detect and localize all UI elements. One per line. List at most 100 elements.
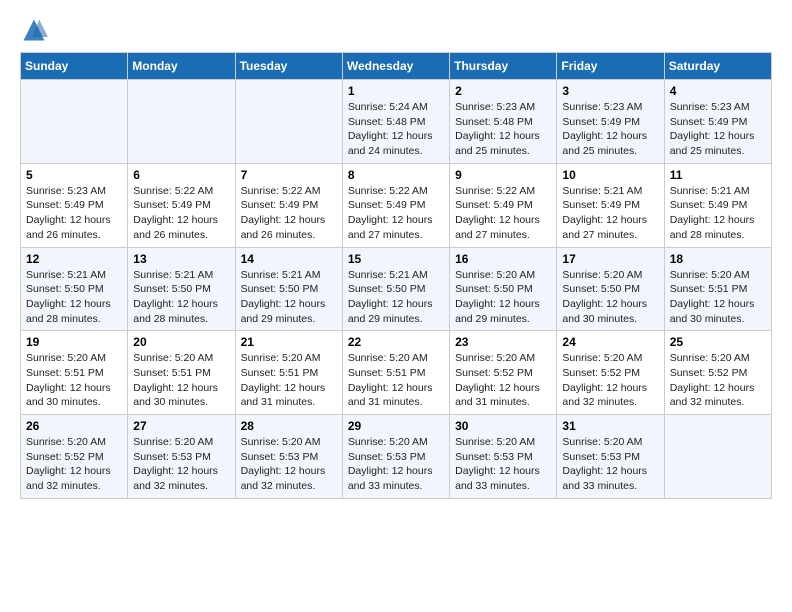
day-number: 23 <box>455 335 551 349</box>
sunset: Sunset: 5:50 PM <box>562 283 640 295</box>
day-info: Sunrise: 5:21 AMSunset: 5:49 PMDaylight:… <box>562 184 658 243</box>
sunrise: Sunrise: 5:20 AM <box>133 436 213 448</box>
header-cell-friday: Friday <box>557 53 664 80</box>
header-cell-thursday: Thursday <box>450 53 557 80</box>
calendar-cell: 22Sunrise: 5:20 AMSunset: 5:51 PMDayligh… <box>342 331 449 415</box>
daylight-hours: Daylight: 12 hours and 31 minutes. <box>455 382 540 409</box>
day-info: Sunrise: 5:23 AMSunset: 5:49 PMDaylight:… <box>562 100 658 159</box>
day-info: Sunrise: 5:20 AMSunset: 5:52 PMDaylight:… <box>26 435 122 494</box>
sunset: Sunset: 5:51 PM <box>241 367 319 379</box>
daylight-hours: Daylight: 12 hours and 27 minutes. <box>348 214 433 241</box>
daylight-hours: Daylight: 12 hours and 33 minutes. <box>348 465 433 492</box>
sunrise: Sunrise: 5:20 AM <box>241 352 321 364</box>
day-number: 19 <box>26 335 122 349</box>
day-info: Sunrise: 5:23 AMSunset: 5:49 PMDaylight:… <box>670 100 766 159</box>
sunrise: Sunrise: 5:20 AM <box>26 436 106 448</box>
sunrise: Sunrise: 5:20 AM <box>348 352 428 364</box>
day-number: 27 <box>133 419 229 433</box>
sunset: Sunset: 5:50 PM <box>455 283 533 295</box>
sunset: Sunset: 5:48 PM <box>455 116 533 128</box>
sunset: Sunset: 5:51 PM <box>133 367 211 379</box>
daylight-hours: Daylight: 12 hours and 25 minutes. <box>562 130 647 157</box>
day-number: 10 <box>562 168 658 182</box>
calendar-header: SundayMondayTuesdayWednesdayThursdayFrid… <box>21 53 772 80</box>
sunset: Sunset: 5:50 PM <box>26 283 104 295</box>
day-info: Sunrise: 5:20 AMSunset: 5:52 PMDaylight:… <box>562 351 658 410</box>
calendar-cell: 13Sunrise: 5:21 AMSunset: 5:50 PMDayligh… <box>128 247 235 331</box>
day-number: 20 <box>133 335 229 349</box>
week-row-2: 12Sunrise: 5:21 AMSunset: 5:50 PMDayligh… <box>21 247 772 331</box>
header-cell-monday: Monday <box>128 53 235 80</box>
header-cell-wednesday: Wednesday <box>342 53 449 80</box>
daylight-hours: Daylight: 12 hours and 25 minutes. <box>455 130 540 157</box>
sunset: Sunset: 5:50 PM <box>133 283 211 295</box>
calendar-cell <box>664 415 771 499</box>
sunset: Sunset: 5:51 PM <box>670 283 748 295</box>
sunset: Sunset: 5:53 PM <box>562 451 640 463</box>
day-info: Sunrise: 5:21 AMSunset: 5:50 PMDaylight:… <box>241 268 337 327</box>
day-number: 30 <box>455 419 551 433</box>
day-info: Sunrise: 5:20 AMSunset: 5:51 PMDaylight:… <box>670 268 766 327</box>
sunset: Sunset: 5:49 PM <box>26 199 104 211</box>
sunset: Sunset: 5:49 PM <box>670 199 748 211</box>
sunset: Sunset: 5:49 PM <box>133 199 211 211</box>
calendar-cell: 9 Sunrise: 5:22 AMSunset: 5:49 PMDaylight… <box>450 163 557 247</box>
sunrise: Sunrise: 5:20 AM <box>455 269 535 281</box>
day-number: 17 <box>562 252 658 266</box>
day-number: 22 <box>348 335 444 349</box>
daylight-hours: Daylight: 12 hours and 32 minutes. <box>26 465 111 492</box>
day-number: 2 <box>455 84 551 98</box>
logo-icon <box>20 16 48 44</box>
sunset: Sunset: 5:49 PM <box>241 199 319 211</box>
day-number: 31 <box>562 419 658 433</box>
day-info: Sunrise: 5:20 AMSunset: 5:53 PMDaylight:… <box>562 435 658 494</box>
day-info: Sunrise: 5:20 AMSunset: 5:50 PMDaylight:… <box>562 268 658 327</box>
day-info: Sunrise: 5:21 AMSunset: 5:50 PMDaylight:… <box>348 268 444 327</box>
day-number: 11 <box>670 168 766 182</box>
calendar-cell: 12Sunrise: 5:21 AMSunset: 5:50 PMDayligh… <box>21 247 128 331</box>
sunrise: Sunrise: 5:22 AM <box>241 185 321 197</box>
sunset: Sunset: 5:50 PM <box>348 283 426 295</box>
day-info: Sunrise: 5:24 AMSunset: 5:48 PMDaylight:… <box>348 100 444 159</box>
calendar-cell: 28Sunrise: 5:20 AMSunset: 5:53 PMDayligh… <box>235 415 342 499</box>
daylight-hours: Daylight: 12 hours and 26 minutes. <box>26 214 111 241</box>
day-info: Sunrise: 5:23 AMSunset: 5:48 PMDaylight:… <box>455 100 551 159</box>
sunset: Sunset: 5:48 PM <box>348 116 426 128</box>
day-number: 9 <box>455 168 551 182</box>
day-number: 15 <box>348 252 444 266</box>
day-info: Sunrise: 5:20 AMSunset: 5:52 PMDaylight:… <box>670 351 766 410</box>
day-info: Sunrise: 5:22 AMSunset: 5:49 PMDaylight:… <box>455 184 551 243</box>
calendar-cell: 10 Sunrise: 5:21 AMSunset: 5:49 PMDayligh… <box>557 163 664 247</box>
calendar-cell: 14Sunrise: 5:21 AMSunset: 5:50 PMDayligh… <box>235 247 342 331</box>
calendar-cell: 5Sunrise: 5:23 AMSunset: 5:49 PMDaylight… <box>21 163 128 247</box>
daylight-hours: Daylight: 12 hours and 28 minutes. <box>133 298 218 325</box>
day-info: Sunrise: 5:20 AMSunset: 5:51 PMDaylight:… <box>133 351 229 410</box>
sunset: Sunset: 5:51 PM <box>348 367 426 379</box>
sunrise: Sunrise: 5:20 AM <box>455 436 535 448</box>
sunrise: Sunrise: 5:20 AM <box>562 436 642 448</box>
day-info: Sunrise: 5:23 AMSunset: 5:49 PMDaylight:… <box>26 184 122 243</box>
sunset: Sunset: 5:52 PM <box>562 367 640 379</box>
calendar-cell: 17 Sunrise: 5:20 AMSunset: 5:50 PMDayligh… <box>557 247 664 331</box>
day-info: Sunrise: 5:22 AMSunset: 5:49 PMDaylight:… <box>133 184 229 243</box>
header-row: SundayMondayTuesdayWednesdayThursdayFrid… <box>21 53 772 80</box>
sunset: Sunset: 5:49 PM <box>670 116 748 128</box>
calendar-cell: 15 Sunrise: 5:21 AMSunset: 5:50 PMDayligh… <box>342 247 449 331</box>
calendar-cell: 20 Sunrise: 5:20 AMSunset: 5:51 PMDayligh… <box>128 331 235 415</box>
sunrise: Sunrise: 5:21 AM <box>26 269 106 281</box>
calendar-cell: 24Sunrise: 5:20 AMSunset: 5:52 PMDayligh… <box>557 331 664 415</box>
sunrise: Sunrise: 5:21 AM <box>670 185 750 197</box>
calendar-cell: 23Sunrise: 5:20 AMSunset: 5:52 PMDayligh… <box>450 331 557 415</box>
sunrise: Sunrise: 5:22 AM <box>455 185 535 197</box>
daylight-hours: Daylight: 12 hours and 28 minutes. <box>670 214 755 241</box>
day-number: 16 <box>455 252 551 266</box>
day-number: 21 <box>241 335 337 349</box>
day-info: Sunrise: 5:22 AMSunset: 5:49 PMDaylight:… <box>348 184 444 243</box>
sunrise: Sunrise: 5:20 AM <box>455 352 535 364</box>
calendar-body: 1Sunrise: 5:24 AMSunset: 5:48 PMDaylight… <box>21 80 772 499</box>
day-info: Sunrise: 5:20 AMSunset: 5:50 PMDaylight:… <box>455 268 551 327</box>
sunrise: Sunrise: 5:20 AM <box>26 352 106 364</box>
calendar-cell: 30Sunrise: 5:20 AMSunset: 5:53 PMDayligh… <box>450 415 557 499</box>
daylight-hours: Daylight: 12 hours and 32 minutes. <box>562 382 647 409</box>
daylight-hours: Daylight: 12 hours and 32 minutes. <box>670 382 755 409</box>
